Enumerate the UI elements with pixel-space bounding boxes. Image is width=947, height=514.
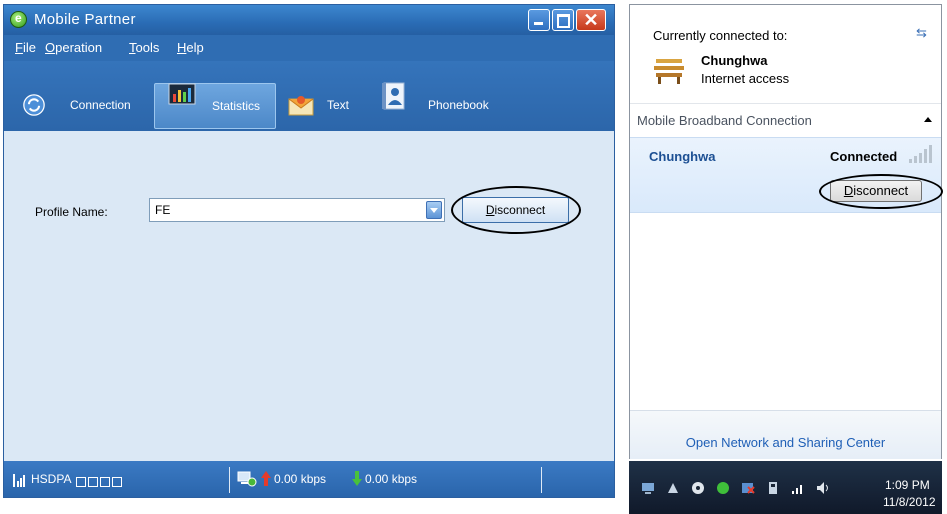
chevron-up-icon[interactable] (924, 117, 932, 122)
menu-bar: File Operation Tools Help (4, 35, 614, 61)
mobile-signal-tray-icon[interactable] (791, 481, 805, 495)
phonebook-icon (382, 82, 405, 110)
currently-connected-label: Currently connected to: (653, 28, 788, 43)
mobile-partner-window: Mobile Partner ✕ File Operation Tools He… (3, 4, 615, 498)
status-divider (229, 467, 230, 493)
tab-statistics-label: Statistics (212, 99, 261, 113)
signal-bars-icon (909, 145, 932, 163)
tab-bar: Connection Statistics Text Phonebook (4, 61, 614, 131)
connected-network-access: Internet access (701, 71, 790, 86)
tab-text-label: Text (327, 98, 350, 112)
volume-icon[interactable] (816, 481, 830, 495)
action-center-tray-icon[interactable] (741, 481, 755, 495)
disk-tray-icon[interactable] (691, 481, 705, 495)
title-bar: Mobile Partner ✕ (4, 5, 614, 35)
connection-item-name: Chunghwa (649, 149, 716, 164)
open-network-sharing-center-link[interactable]: Open Network and Sharing Center (630, 435, 941, 450)
taskbar: 1:09 PM 11/8/2012 (629, 461, 942, 514)
menu-file[interactable]: File (15, 40, 36, 55)
phone-tray-icon[interactable] (666, 481, 680, 495)
connection-icon (23, 94, 45, 116)
profile-name-label: Profile Name: (35, 205, 108, 219)
connection-item-status: Connected (830, 149, 898, 164)
menu-help[interactable]: Help (177, 40, 204, 55)
network-mode: HSDPA (31, 472, 72, 486)
minimize-button[interactable] (528, 9, 550, 31)
divider (630, 103, 941, 104)
network-flyout: Currently connected to: ⇆ Chunghwa Inter… (629, 4, 943, 459)
menu-operation[interactable]: Operation (45, 40, 102, 55)
clock-date[interactable]: 11/8/2012 (883, 495, 936, 509)
close-icon: ✕ (583, 10, 599, 30)
upload-arrow-icon (261, 471, 271, 486)
upload-rate: 0.00 kbps (274, 472, 327, 486)
status-bar: HSDPA 0.00 kbps 0.00 kbps (4, 461, 614, 497)
sms-indicator-boxes (76, 474, 124, 492)
tab-text[interactable]: Text (284, 83, 364, 129)
tab-connection-label: Connection (70, 98, 131, 112)
flyout-footer: Open Network and Sharing Center (630, 410, 941, 459)
menu-tools[interactable]: Tools (129, 40, 159, 55)
close-button[interactable]: ✕ (576, 9, 606, 31)
statistics-icon (168, 83, 196, 105)
profile-name-value: FE (155, 203, 171, 217)
clock-time[interactable]: 1:09 PM (885, 478, 930, 492)
connected-network-name: Chunghwa (701, 53, 768, 68)
signal-strength-icon (13, 474, 25, 487)
usb-tray-icon[interactable] (766, 481, 780, 495)
tab-phonebook[interactable]: Phonebook (372, 82, 502, 129)
computer-tray-icon[interactable] (641, 481, 655, 495)
profile-name-select[interactable]: FE (149, 198, 445, 222)
status-divider (541, 467, 542, 493)
maximize-button[interactable] (552, 9, 574, 31)
tab-statistics[interactable]: Statistics (154, 83, 276, 129)
refresh-icon[interactable]: ⇆ (916, 25, 927, 41)
network-computer-icon (237, 471, 257, 487)
highlight-circle (819, 174, 943, 209)
download-arrow-icon (352, 471, 362, 486)
tab-phonebook-label: Phonebook (428, 98, 489, 112)
highlight-circle (451, 186, 581, 234)
download-rate: 0.00 kbps (365, 472, 418, 486)
mobile-partner-app-icon (10, 11, 27, 28)
window-title: Mobile Partner (34, 11, 136, 28)
envelope-icon (288, 96, 314, 116)
green-status-tray-icon[interactable] (716, 481, 730, 495)
network-bench-icon (654, 59, 684, 84)
tab-connection[interactable]: Connection (13, 83, 149, 129)
chevron-down-icon[interactable] (426, 201, 442, 219)
statistics-panel: Profile Name: FE Disconnect (4, 131, 614, 461)
section-mobile-broadband: Mobile Broadband Connection (637, 113, 812, 128)
